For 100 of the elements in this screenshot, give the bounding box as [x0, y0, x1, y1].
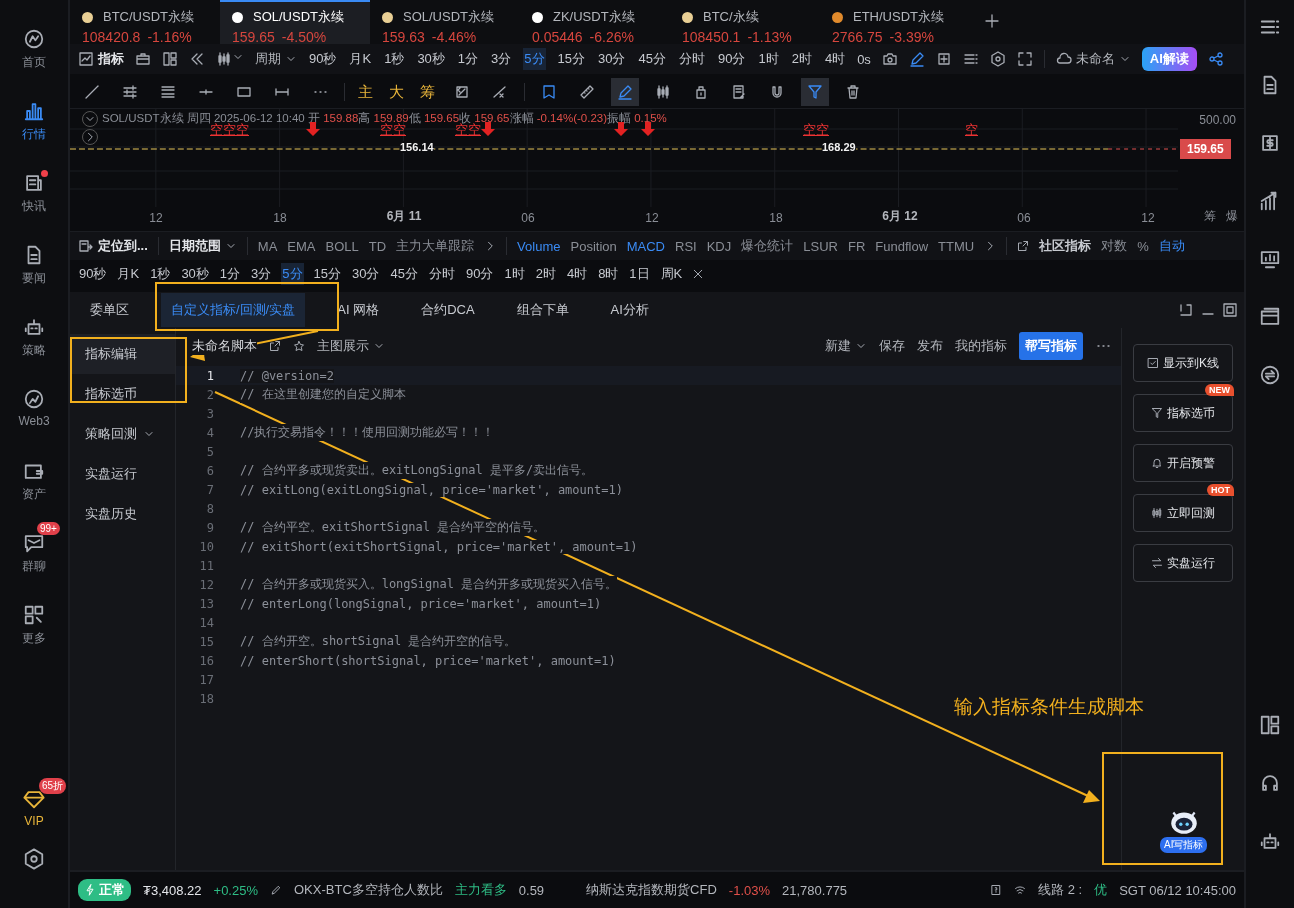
close-icon[interactable]	[692, 268, 705, 280]
briefcase-icon[interactable]	[135, 51, 151, 67]
period-option[interactable]: 30分	[351, 263, 381, 285]
robot-icon[interactable]	[1259, 830, 1281, 852]
period-option[interactable]: 5分	[281, 263, 304, 285]
period-option[interactable]: 90分	[716, 48, 747, 70]
script-menu-item[interactable]: 实盘历史	[70, 494, 175, 534]
period-option[interactable]: 1分	[456, 48, 480, 70]
list-icon[interactable]	[962, 51, 979, 67]
market-tab[interactable]: SOL/USDT永续 159.65 -4.50%	[220, 0, 370, 44]
market-tab[interactable]: SOL/USDT永续 159.63 -4.46%	[370, 0, 520, 44]
nav-item[interactable]: 要闻	[1, 234, 67, 306]
edit-icon[interactable]	[270, 884, 282, 896]
side-action-button[interactable]: 开启预警	[1133, 444, 1233, 482]
period-option[interactable]: 45分	[637, 48, 667, 70]
main-indicator[interactable]: EMA	[287, 238, 316, 254]
maximize-icon[interactable]	[1222, 302, 1238, 318]
panel-tab[interactable]: 合约DCA	[411, 293, 485, 327]
sub-indicator[interactable]: Volume	[517, 238, 561, 254]
period-option[interactable]: 90分	[464, 263, 495, 285]
period-option[interactable]: 3分	[490, 48, 513, 70]
nav-item[interactable]: 99+ 群聊	[1, 522, 67, 594]
nav-item[interactable]: 快讯	[1, 162, 67, 234]
star-icon[interactable]	[293, 340, 305, 352]
period-dropdown[interactable]: 周期	[255, 50, 297, 68]
dollar-icon[interactable]	[1259, 132, 1281, 154]
panel-tab[interactable]: 组合下单	[506, 293, 579, 327]
editor-action[interactable]: 新建	[825, 337, 867, 355]
community-indicator-link[interactable]: 社区指标	[1039, 237, 1092, 255]
cloud-icon[interactable]	[1055, 51, 1072, 67]
market-tab[interactable]: BTC/永续 108450.1 -1.13%	[670, 0, 820, 44]
swap-icon[interactable]	[1151, 557, 1163, 569]
period-option[interactable]: 1日	[628, 263, 651, 285]
write-indicator-button[interactable]: 帮写指标	[1019, 332, 1083, 360]
vip-item[interactable]: 65折 VIP	[1, 778, 67, 848]
filter-icon[interactable]	[1151, 407, 1163, 419]
nav-item[interactable]: 首页	[1, 18, 67, 90]
sub-indicator[interactable]: Position	[570, 238, 617, 254]
exchange-icon[interactable]	[1259, 364, 1281, 386]
locate-icon[interactable]	[78, 238, 94, 254]
pen-icon[interactable]	[908, 51, 925, 67]
market-tab[interactable]: BTC/USDT永续 108420.8 -1.16%	[70, 0, 220, 44]
period-option[interactable]: 1秒	[383, 48, 406, 70]
period-option[interactable]: 5分	[523, 48, 546, 70]
panel-tab[interactable]: 委单区	[80, 293, 139, 327]
side-action-button[interactable]: 显示到K线	[1133, 344, 1233, 382]
main-indicator[interactable]: MA	[257, 238, 278, 254]
period-option[interactable]: 分时	[677, 48, 706, 70]
bell-icon[interactable]	[1151, 457, 1163, 469]
nav-item[interactable]: Web3	[1, 378, 67, 450]
period-option[interactable]: 周K	[659, 263, 684, 285]
period-option[interactable]: 15分	[312, 263, 342, 285]
sub-indicator[interactable]: FR	[847, 238, 866, 254]
date-range-dropdown[interactable]: 日期范围	[168, 237, 237, 255]
side-action-button[interactable]: 实盘运行	[1133, 544, 1233, 582]
script-menu-item[interactable]: 实盘运行	[70, 454, 175, 494]
candles-icon[interactable]	[216, 51, 232, 67]
wifi-icon[interactable]	[1014, 884, 1027, 896]
editor-action[interactable]: 保存	[879, 337, 905, 355]
market-tab[interactable]: ETH/USDT永续 2766.75 -3.39%	[820, 0, 970, 44]
settings-icon[interactable]	[23, 848, 45, 870]
period-option[interactable]: 8时	[597, 263, 620, 285]
period-option[interactable]: 45分	[389, 263, 419, 285]
ai-read-button[interactable]: AI解读	[1141, 47, 1197, 71]
filter-icon[interactable]	[801, 78, 829, 106]
panel-tab[interactable]: AI分析	[600, 293, 659, 327]
rewind-icon[interactable]	[189, 51, 205, 67]
period-option[interactable]: 1秒	[149, 263, 172, 285]
external-link-icon[interactable]	[1017, 240, 1030, 252]
scale-option[interactable]: 对数	[1101, 237, 1128, 255]
indicator-button[interactable]: 指标	[78, 50, 124, 68]
kline-icon[interactable]	[1147, 357, 1159, 369]
card-icon[interactable]	[1259, 306, 1281, 328]
period-option[interactable]: 2时	[534, 263, 557, 285]
editor-action[interactable]: 发布	[917, 337, 943, 355]
sub-indicator[interactable]: KDJ	[706, 238, 732, 254]
headset-icon[interactable]	[1259, 772, 1281, 794]
period-option[interactable]: 30秒	[416, 48, 446, 70]
help-icon[interactable]	[990, 884, 1003, 896]
fullscreen-icon[interactable]	[1016, 51, 1033, 67]
sub-indicator[interactable]: RSI	[675, 238, 697, 254]
nav-item[interactable]: 更多	[1, 594, 67, 666]
sub-indicator[interactable]: LSUR	[803, 238, 838, 254]
period-option[interactable]: 1时	[757, 48, 780, 70]
period-option[interactable]: 1分	[218, 263, 242, 285]
settings-icon[interactable]	[989, 51, 1006, 67]
editor-action[interactable]: 我的指标	[955, 337, 1007, 355]
period-option[interactable]: 30分	[597, 48, 627, 70]
camera-icon[interactable]	[881, 51, 898, 67]
overlay-tool-button[interactable]: 大	[386, 82, 407, 102]
period-option[interactable]: 90秒	[308, 48, 338, 70]
nav-item[interactable]: 资产	[1, 450, 67, 522]
period-option[interactable]: 月K	[348, 48, 373, 70]
period-option[interactable]: 4时	[565, 263, 589, 285]
script-menu-item[interactable]: 指标编辑	[70, 334, 175, 374]
chart-icon[interactable]	[78, 51, 94, 67]
period-option[interactable]: 月K	[116, 263, 141, 285]
monitor-icon[interactable]	[1259, 248, 1281, 270]
display-mode-dropdown[interactable]: 主图展示	[317, 337, 385, 355]
plus-icon[interactable]	[984, 12, 1000, 29]
